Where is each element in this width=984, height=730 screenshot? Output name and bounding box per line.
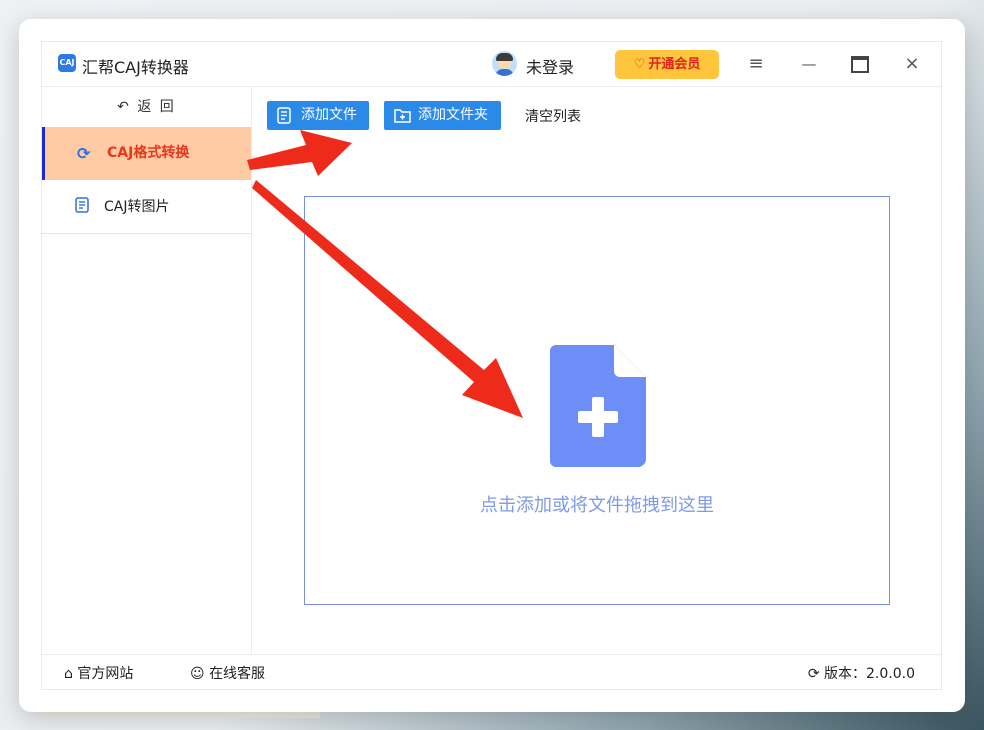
add-folder-button[interactable]: 添加文件夹 <box>384 101 501 130</box>
online-support-link[interactable]: ☺ 在线客服 <box>190 663 265 683</box>
refresh-icon: ⟳ <box>77 144 91 163</box>
app-window: CAJ 汇帮CAJ转换器 未登录 ♡ 开通会员 ≡ — × ↶ 返 回 ⟳ CAJ… <box>41 41 942 690</box>
vip-button[interactable]: ♡ 开通会员 <box>615 50 719 79</box>
official-website-link[interactable]: ⌂ 官方网站 <box>64 663 133 683</box>
clear-list-button[interactable]: 清空列表 <box>525 106 581 126</box>
sidebar-item-caj-to-image[interactable]: CAJ转图片 <box>42 181 251 234</box>
login-status[interactable]: 未登录 <box>526 54 574 78</box>
support-agent-icon: ☺ <box>190 666 205 682</box>
back-button[interactable]: ↶ 返 回 <box>42 96 251 116</box>
file-drop-zone[interactable]: 点击添加或将文件拖拽到这里 <box>304 196 890 605</box>
sidebar-item-label: CAJ转图片 <box>104 199 170 215</box>
back-label: 返 回 <box>137 99 176 115</box>
add-file-label: 添加文件 <box>301 107 357 123</box>
app-logo-icon: CAJ <box>58 54 76 72</box>
close-button[interactable]: × <box>898 50 926 78</box>
add-folder-label: 添加文件夹 <box>418 107 488 123</box>
sidebar-item-caj-format-convert[interactable]: ⟳ CAJ格式转换 <box>42 127 251 180</box>
add-folder-icon <box>394 101 411 133</box>
version-label: 版本：2.0.0.0 <box>824 666 915 682</box>
file-list-icon <box>277 101 292 134</box>
maximize-icon <box>851 55 869 73</box>
maximize-button[interactable] <box>846 50 874 78</box>
menu-button[interactable]: ≡ <box>742 50 770 78</box>
home-icon: ⌂ <box>64 666 73 682</box>
vip-label: 开通会员 <box>648 57 701 72</box>
drop-hint-text: 点击添加或将文件拖拽到这里 <box>480 495 714 516</box>
refresh-icon: ⟳ <box>807 666 820 682</box>
official-website-label: 官方网站 <box>77 666 134 682</box>
add-file-icon <box>550 345 646 467</box>
title-bar: CAJ 汇帮CAJ转换器 未登录 ♡ 开通会员 ≡ — × <box>42 42 941 87</box>
sidebar-item-label: CAJ格式转换 <box>107 145 190 161</box>
diamond-heart-icon: ♡ <box>633 57 646 72</box>
user-avatar-icon[interactable] <box>492 51 517 76</box>
add-file-button[interactable]: 添加文件 <box>267 101 369 130</box>
version-info[interactable]: ⟳ 版本：2.0.0.0 <box>808 663 915 683</box>
minimize-button[interactable]: — <box>795 50 823 78</box>
sidebar: ↶ 返 回 ⟳ CAJ格式转换 CAJ转图片 <box>42 86 252 654</box>
back-arrow-icon: ↶ <box>117 99 131 115</box>
footer: ⌂ 官方网站 ☺ 在线客服 ⟳ 版本：2.0.0.0 <box>42 654 941 691</box>
app-title: 汇帮CAJ转换器 <box>82 58 189 77</box>
online-support-label: 在线客服 <box>209 666 266 682</box>
document-icon <box>75 181 89 234</box>
